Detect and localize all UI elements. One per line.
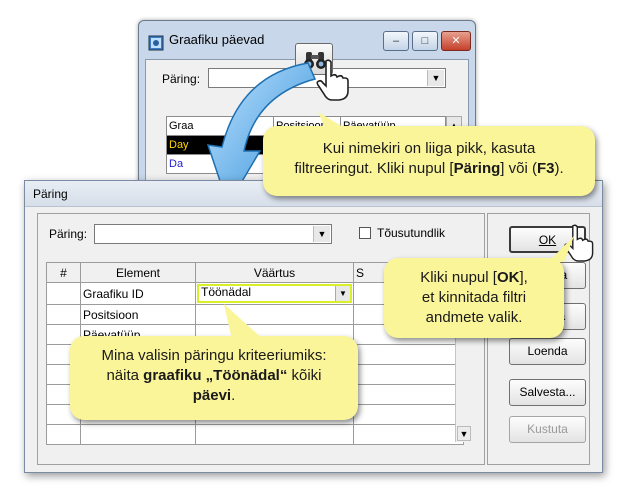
value-dropdown[interactable]: Töönädal ▼ bbox=[197, 284, 352, 303]
callout-filter-hint: Kui nimekiri on liiga pikk, kasuta filtr… bbox=[263, 126, 595, 196]
callout-line: et kinnitada filtri bbox=[421, 289, 527, 306]
chevron-down-icon[interactable]: ▼ bbox=[335, 286, 350, 301]
callout-criteria-hint: Mina valisin päringu kriteeriumiks: näit… bbox=[70, 336, 358, 420]
s-cell[interactable] bbox=[353, 404, 464, 425]
callout-ok-hint: Kliki nupul [OK], et kinnitada filtri an… bbox=[384, 258, 564, 338]
element-cell[interactable]: Positsioon bbox=[80, 304, 196, 325]
callout-line: filtreeringut. Kliki nupul [Päring] või … bbox=[294, 160, 564, 177]
callout-pointer bbox=[224, 304, 264, 340]
row-number-cell[interactable] bbox=[46, 304, 81, 325]
callout-pointer bbox=[318, 112, 348, 130]
grid-header-number[interactable]: # bbox=[46, 262, 81, 283]
scroll-down-icon[interactable]: ▼ bbox=[457, 426, 471, 441]
table-row[interactable] bbox=[46, 424, 464, 445]
s-cell[interactable] bbox=[353, 364, 464, 385]
chevron-down-icon[interactable]: ▼ bbox=[427, 70, 444, 86]
close-button[interactable]: ✕ bbox=[441, 31, 471, 51]
row-number-cell[interactable] bbox=[46, 424, 81, 445]
maximize-button[interactable]: □ bbox=[412, 31, 438, 51]
value-cell[interactable]: Töönädal ▼ bbox=[195, 282, 354, 305]
query-dropdown-value bbox=[95, 227, 98, 241]
s-cell[interactable] bbox=[353, 384, 464, 405]
query-label: Päring: bbox=[49, 227, 88, 241]
element-cell[interactable]: Graafiku ID bbox=[80, 282, 196, 305]
s-cell[interactable] bbox=[353, 424, 464, 445]
callout-line: Mina valisin päringu kriteeriumiks: bbox=[101, 347, 327, 364]
grid-header-element[interactable]: Element bbox=[80, 262, 196, 283]
row-number-cell[interactable] bbox=[46, 282, 81, 305]
callout-line: Kliki nupul [OK], bbox=[420, 269, 528, 286]
query-dropdown[interactable]: ▼ bbox=[94, 224, 332, 244]
callout-line: Kui nimekiri on liiga pikk, kasuta bbox=[322, 140, 536, 157]
s-cell[interactable] bbox=[353, 344, 464, 365]
chevron-down-icon[interactable]: ▼ bbox=[313, 226, 330, 242]
element-cell[interactable] bbox=[80, 424, 196, 445]
grid-header-value[interactable]: Väärtus bbox=[195, 262, 354, 283]
callout-pointer bbox=[548, 236, 574, 262]
app-icon bbox=[148, 35, 164, 51]
callout-line: andmete valik. bbox=[425, 309, 523, 326]
save-button[interactable]: Salvesta... bbox=[509, 379, 586, 406]
delete-button[interactable]: Kustuta bbox=[509, 416, 586, 443]
ascending-checkbox-label: Tõusutundlik bbox=[377, 226, 446, 240]
dialog-title: Päring bbox=[33, 187, 68, 201]
window-title: Graafiku päevad bbox=[169, 32, 265, 47]
value-cell[interactable] bbox=[195, 424, 354, 445]
value-dropdown-text: Töönädal bbox=[201, 285, 252, 299]
ascending-checkbox[interactable] bbox=[359, 227, 371, 239]
callout-line: näita graafiku „Töönädal“ kõiki bbox=[106, 367, 322, 384]
minimize-button[interactable]: – bbox=[383, 31, 409, 51]
read-button[interactable]: Loenda bbox=[509, 338, 586, 365]
callout-line: päevi. bbox=[192, 387, 236, 404]
